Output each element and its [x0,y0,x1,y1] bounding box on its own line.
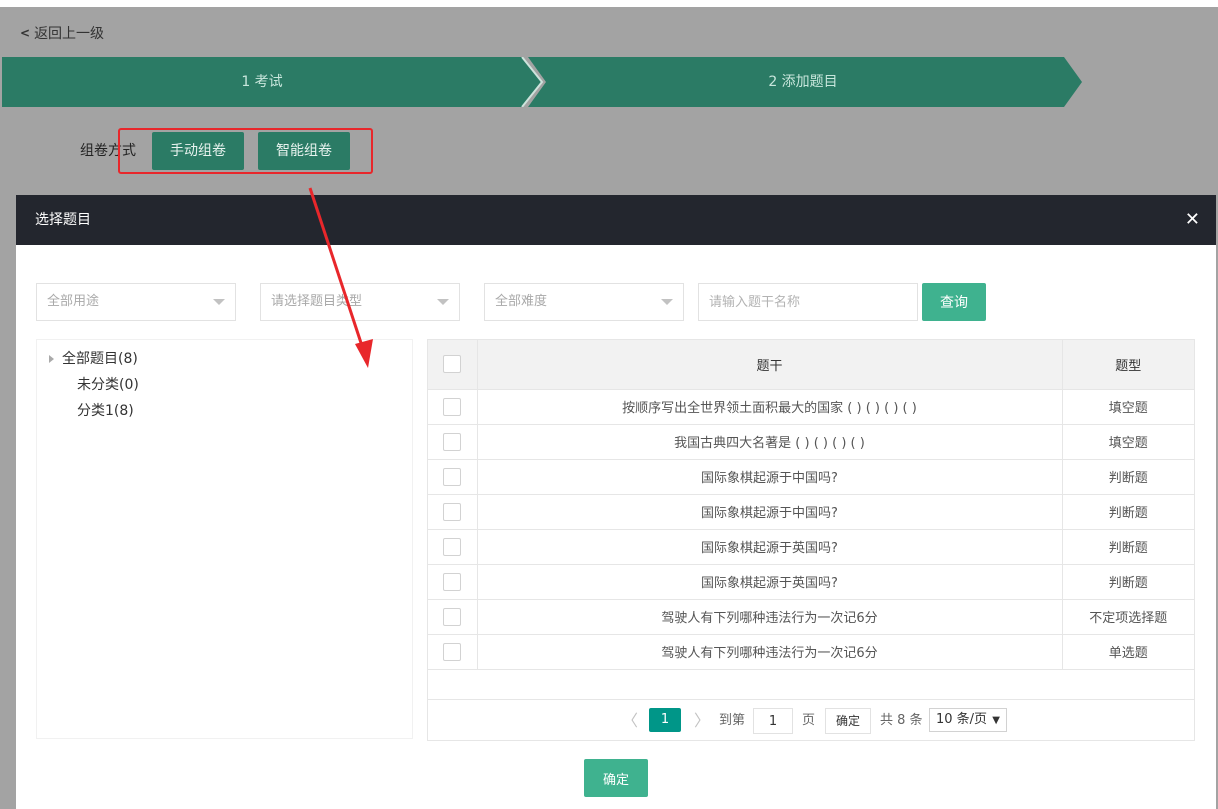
table-row[interactable]: 按顺序写出全世界领土面积最大的国家 ( ) ( ) ( ) ( ) 填空题 [428,389,1194,425]
usage-select[interactable]: 全部用途 [36,283,236,321]
row-type: 判断题 [1062,529,1194,565]
row-checkbox[interactable] [443,467,462,486]
caret-down-icon [213,299,225,305]
select-all-checkbox[interactable] [443,355,462,374]
page-size-value: 10 条/页 [936,712,988,727]
table-row[interactable]: 驾驶人有下列哪种违法行为一次记6分 不定项选择题 [428,599,1194,635]
annotation-highlight-box [118,128,373,174]
step-add-questions: 2 添加题目 [768,74,838,90]
row-stem: 国际象棋起源于中国吗? [477,459,1063,495]
row-select-cell [428,424,478,460]
row-select-cell [428,599,478,635]
table-row[interactable]: 国际象棋起源于英国吗? 判断题 [428,564,1194,600]
row-select-cell [428,389,478,425]
header-type: 题型 [1062,340,1194,390]
modal-title: 选择题目 [35,212,91,228]
row-stem: 我国古典四大名著是 ( ) ( ) ( ) ( ) [477,424,1063,460]
row-stem: 驾驶人有下列哪种违法行为一次记6分 [477,599,1063,635]
table-row[interactable]: 国际象棋起源于中国吗? 判断题 [428,494,1194,530]
total-count: 共 8 条 [880,713,923,728]
chevron-left-icon: < [20,26,31,40]
row-select-cell [428,634,478,670]
row-type: 不定项选择题 [1062,599,1194,635]
caret-down-icon [437,299,449,305]
row-type: 判断题 [1062,564,1194,600]
table-row[interactable]: 驾驶人有下列哪种违法行为一次记6分 单选题 [428,634,1194,670]
prev-page-icon[interactable]: 〈 [622,700,638,741]
row-select-cell [428,494,478,530]
pagination: 〈 1 〉 到第 页 确定 共 8 条 10 条/页 ▼ [428,699,1194,740]
top-strip [0,0,1218,7]
step-bar: 1 考试 2 添加题目 [2,57,1218,107]
row-checkbox[interactable] [443,537,462,556]
usage-select-value: 全部用途 [47,294,100,309]
caret-down-icon: ▼ [992,715,1000,726]
row-type: 判断题 [1062,459,1194,495]
row-checkbox[interactable] [443,572,462,591]
close-icon[interactable]: ✕ [1185,195,1200,245]
page-size-select[interactable]: 10 条/页 ▼ [929,708,1007,732]
row-stem: 国际象棋起源于英国吗? [477,564,1063,600]
row-type: 判断题 [1062,494,1194,530]
tree-node-category-1[interactable]: 分类1(8) [37,398,412,424]
goto-label: 到第 [719,713,746,728]
questions-table: 题干 题型 按顺序写出全世界领土面积最大的国家 ( ) ( ) ( ) ( ) 填… [428,340,1194,670]
row-type: 单选题 [1062,634,1194,670]
table-row[interactable]: 我国古典四大名著是 ( ) ( ) ( ) ( ) 填空题 [428,424,1194,460]
next-page-icon[interactable]: 〉 [694,700,710,741]
table-row[interactable]: 国际象棋起源于英国吗? 判断题 [428,529,1194,565]
page-unit-label: 页 [802,713,816,728]
questions-table-container: 题干 题型 按顺序写出全世界领土面积最大的国家 ( ) ( ) ( ) ( ) 填… [427,339,1195,741]
goto-confirm-button[interactable]: 确定 [825,708,871,734]
row-checkbox[interactable] [443,432,462,451]
type-select[interactable]: 请选择题目类型 [260,283,460,321]
tree-node-all[interactable]: 全部题目(8) [37,346,412,372]
tree-node-uncategorized[interactable]: 未分类(0) [37,372,412,398]
row-checkbox[interactable] [443,502,462,521]
difficulty-select-value: 全部难度 [495,294,548,309]
row-select-cell [428,529,478,565]
confirm-button[interactable]: 确定 [584,759,648,797]
goto-page-input[interactable] [753,708,793,734]
difficulty-select[interactable]: 全部难度 [484,283,684,321]
query-button[interactable]: 查询 [922,283,986,321]
row-stem: 国际象棋起源于中国吗? [477,494,1063,530]
back-link-label: 返回上一级 [34,26,105,42]
row-stem: 驾驶人有下列哪种违法行为一次记6分 [477,634,1063,670]
row-stem: 按顺序写出全世界领土面积最大的国家 ( ) ( ) ( ) ( ) [477,389,1063,425]
row-type: 填空题 [1062,424,1194,460]
row-checkbox[interactable] [443,397,462,416]
stem-search-input[interactable] [698,283,918,321]
category-tree: 全部题目(8) 未分类(0) 分类1(8) [36,339,413,739]
row-type: 填空题 [1062,389,1194,425]
select-questions-modal: 选择题目 ✕ 全部用途 请选择题目类型 全部难度 查询 全部题目(8) 未分类(… [16,195,1216,809]
modal-header: 选择题目 ✕ [16,195,1216,245]
caret-down-icon [661,299,673,305]
row-checkbox[interactable] [443,642,462,661]
step-exam: 1 考试 [241,74,283,90]
row-checkbox[interactable] [443,607,462,626]
row-select-cell [428,459,478,495]
table-row[interactable]: 国际象棋起源于中国吗? 判断题 [428,459,1194,495]
row-stem: 国际象棋起源于英国吗? [477,529,1063,565]
row-select-cell [428,564,478,600]
header-stem: 题干 [477,340,1063,390]
select-all-cell [428,340,478,390]
table-header-row: 题干 题型 [428,340,1194,390]
current-page[interactable]: 1 [649,708,681,732]
caret-right-icon[interactable] [49,355,54,363]
back-link[interactable]: < 返回上一级 [20,23,104,43]
type-select-value: 请选择题目类型 [271,294,363,309]
tree-node-label: 全部题目(8) [62,351,138,367]
